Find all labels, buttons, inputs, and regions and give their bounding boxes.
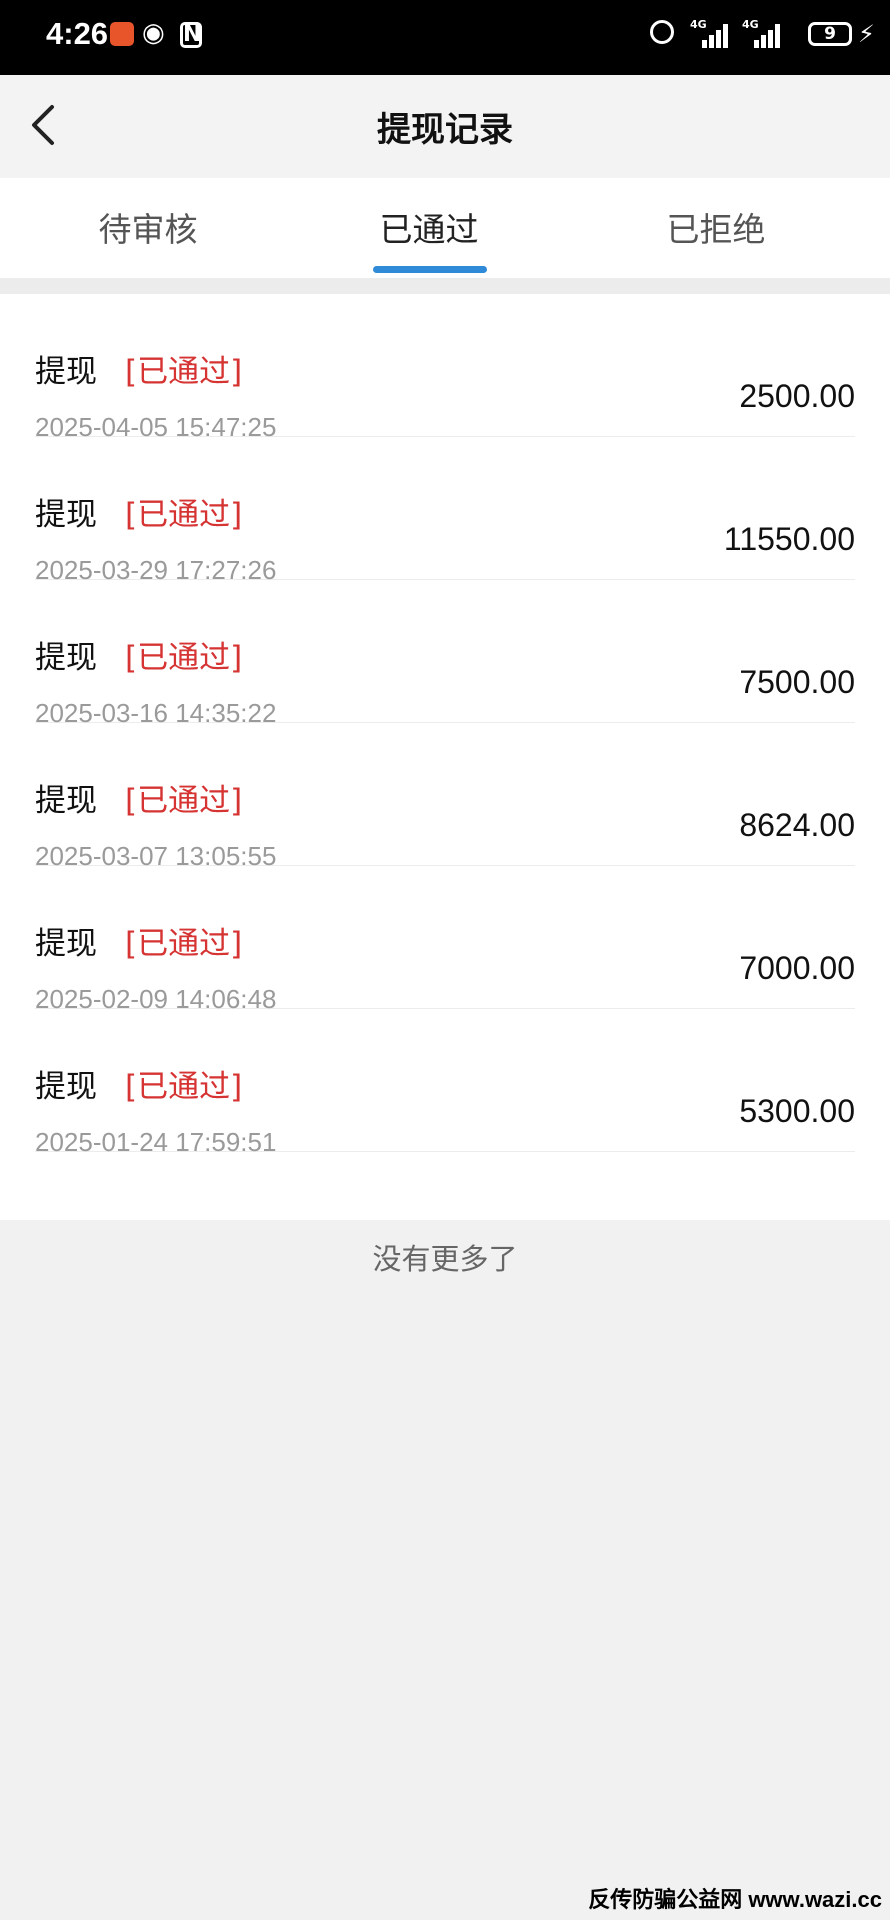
tab-approved[interactable]: 已通过	[281, 203, 577, 251]
divider	[0, 278, 890, 294]
status-badge: [已通过]	[125, 640, 243, 676]
status-time: 4:26	[46, 16, 109, 51]
record-amount: 8624.00	[739, 807, 855, 843]
list-item[interactable]: 提现 [已通过] 2025-03-07 13:05:55 8624.00	[35, 723, 855, 871]
charging-icon: ⚡	[858, 20, 875, 48]
record-date: 2025-01-24 17:59:51	[35, 1127, 277, 1157]
watermark: 反传防骗公益网 www.wazi.cc	[588, 1887, 882, 1912]
record-amount: 11550.00	[723, 521, 855, 557]
active-tab-indicator	[373, 266, 487, 273]
alarm-icon	[650, 20, 674, 44]
status-badge: [已通过]	[125, 1069, 243, 1105]
signal-icon: 4G	[742, 18, 782, 48]
withdrawal-list: 提现 [已通过] 2025-04-05 15:47:25 2500.00 提现 …	[0, 294, 890, 1220]
page-title: 提现记录	[377, 110, 513, 150]
record-amount: 5300.00	[739, 1093, 855, 1129]
list-item[interactable]: 提现 [已通过] 2025-01-24 17:59:51 5300.00	[35, 1009, 855, 1157]
list-item[interactable]: 提现 [已通过] 2025-03-16 14:35:22 7500.00	[35, 580, 855, 728]
record-type: 提现	[35, 354, 97, 390]
status-badge: [已通过]	[125, 926, 243, 962]
record-amount: 7500.00	[739, 664, 855, 700]
record-amount: 2500.00	[739, 378, 855, 414]
nfc-icon: N	[180, 22, 202, 48]
eye-icon: ◉	[142, 18, 165, 48]
status-bar: 4:26 ◉ N 4G 4G 9 ⚡	[0, 0, 890, 75]
record-type: 提现	[35, 783, 97, 819]
tab-rejected[interactable]: 已拒绝	[568, 203, 864, 251]
tab-bar: 待审核 已通过 已拒绝	[0, 178, 890, 278]
list-item[interactable]: 提现 [已通过] 2025-02-09 14:06:48 7000.00	[35, 866, 855, 1014]
list-item[interactable]: 提现 [已通过] 2025-04-05 15:47:25 2500.00	[35, 294, 855, 442]
signal-icon: 4G	[690, 18, 730, 48]
status-badge: [已通过]	[125, 497, 243, 533]
status-badge: [已通过]	[125, 783, 243, 819]
record-type: 提现	[35, 640, 97, 676]
record-amount: 7000.00	[739, 950, 855, 986]
record-type: 提现	[35, 1069, 97, 1105]
list-item[interactable]: 提现 [已通过] 2025-03-29 17:27:26 11550.00	[35, 437, 855, 585]
battery-icon: 9	[808, 22, 852, 46]
status-badge: [已通过]	[125, 354, 243, 390]
status-icons: 4G 4G 9 ⚡	[630, 0, 890, 75]
header: 提现记录	[0, 75, 890, 178]
tab-pending[interactable]: 待审核	[0, 203, 296, 251]
record-type: 提现	[35, 926, 97, 962]
record-type: 提现	[35, 497, 97, 533]
no-more-text: 没有更多了	[372, 1242, 518, 1276]
app-icon	[110, 22, 134, 46]
